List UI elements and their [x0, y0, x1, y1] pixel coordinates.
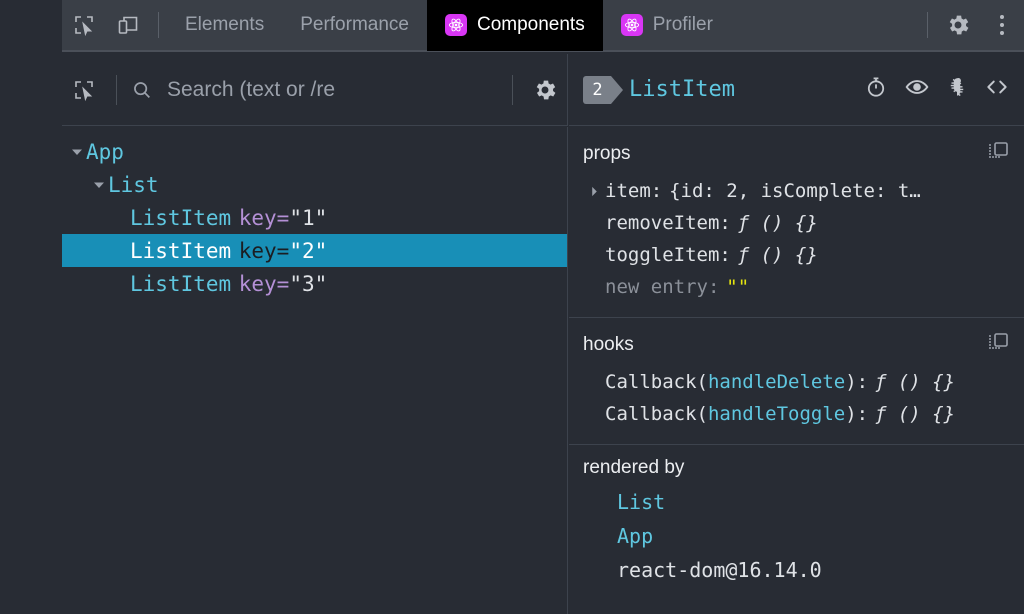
bug-icon[interactable] — [946, 76, 968, 103]
timer-icon[interactable] — [864, 75, 888, 104]
prop-row-item[interactable]: item: {id: 2, isComplete: t… — [583, 175, 1010, 207]
tab-elements[interactable]: Elements — [167, 0, 282, 51]
inspect-element-icon[interactable] — [62, 0, 106, 51]
prop-value: {id: 2, isComplete: t… — [669, 180, 921, 202]
tree-component-name: ListItem — [130, 271, 232, 296]
rendered-by-item-list[interactable]: List — [583, 485, 1010, 519]
tab-components[interactable]: Components — [426, 0, 603, 51]
hook-row-handle-delete[interactable]: Callback( handleDelete ): ƒ () {} — [583, 366, 1010, 398]
tree-component-name: ListItem — [130, 205, 232, 230]
tree-key-value: "3" — [289, 271, 328, 296]
react-logo-icon — [444, 14, 467, 36]
inspect-element-icon[interactable] — [62, 64, 106, 116]
props-title: props — [583, 143, 631, 164]
tree-key-attr: key= — [238, 271, 290, 296]
components-search-toolbar — [62, 54, 568, 126]
gear-icon[interactable] — [523, 64, 567, 116]
device-toolbar-icon[interactable] — [106, 0, 150, 51]
tab-label: Components — [476, 14, 585, 35]
rendered-by-header: rendered by — [583, 457, 1010, 479]
hooks-section: hooks Callback( handleDelete ): ƒ () {} … — [569, 317, 1024, 444]
tab-label: Profiler — [652, 14, 713, 35]
left-gutter — [0, 0, 62, 614]
component-index-badge: 2 — [583, 75, 623, 104]
hook-prefix: Callback( — [605, 403, 708, 425]
props-section: props item: {id: 2, isComplete: t… remov… — [569, 127, 1024, 317]
prop-row-toggleitem[interactable]: toggleItem: ƒ () {} — [583, 239, 1010, 271]
toolbar-divider — [116, 74, 117, 105]
prop-value: ƒ () {} — [737, 212, 818, 234]
eye-icon[interactable] — [904, 74, 930, 105]
copy-to-clipboard-icon[interactable] — [986, 330, 1010, 360]
toolbar-divider — [927, 12, 928, 38]
props-section-header: props — [583, 139, 1010, 169]
tree-row-listitem-2[interactable]: ListItem key= "2" — [62, 234, 567, 267]
tabbar-right-group — [919, 0, 1024, 51]
hook-name: handleDelete — [707, 371, 846, 393]
devtools-tabbar: Elements Performance Components Profiler — [62, 0, 1024, 52]
tree-row-app[interactable]: App — [62, 135, 567, 168]
hook-row-handle-toggle[interactable]: Callback( handleToggle ): ƒ () {} — [583, 398, 1010, 430]
selected-component-header: 2 ListItem — [569, 54, 1024, 126]
chevron-right-icon[interactable] — [583, 186, 605, 197]
tree-component-name: ListItem — [130, 238, 232, 263]
react-logo-icon — [620, 14, 643, 36]
component-inspector-panel: props item: {id: 2, isComplete: t… remov… — [569, 127, 1024, 614]
tree-row-listitem-3[interactable]: ListItem key= "3" — [62, 267, 567, 300]
tree-key-value: "2" — [289, 238, 328, 263]
prop-name: item: — [605, 180, 663, 202]
prop-value[interactable]: "" — [726, 276, 749, 298]
selected-component-name: ListItem — [629, 77, 735, 102]
tree-row-listitem-1[interactable]: ListItem key= "1" — [62, 201, 567, 234]
tree-key-attr: key= — [238, 205, 290, 230]
chevron-down-icon[interactable] — [90, 179, 108, 191]
hook-name: handleToggle — [707, 403, 846, 425]
tree-key-value: "1" — [289, 205, 328, 230]
tree-key-attr: key= — [238, 238, 290, 263]
prop-row-new-entry[interactable]: new entry: "" — [583, 271, 1010, 303]
rendered-by-title: rendered by — [583, 457, 685, 478]
rendered-by-item-reactdom: react-dom@16.14.0 — [617, 558, 822, 582]
hook-prefix: Callback( — [605, 371, 708, 393]
component-tree: App List ListItem key= "1" ListItem key=… — [62, 127, 568, 614]
react-devtools-window: Elements Performance Components Profiler… — [0, 0, 1024, 614]
prop-name: new entry: — [605, 276, 720, 298]
kebab-menu-icon[interactable] — [980, 0, 1024, 51]
chevron-down-icon[interactable] — [68, 146, 86, 158]
hook-suffix: ): — [845, 371, 869, 393]
tab-label: Elements — [185, 14, 265, 35]
code-brackets-icon[interactable] — [984, 74, 1010, 105]
tree-row-list[interactable]: List — [62, 168, 567, 201]
rendered-by-item-app[interactable]: App — [583, 519, 1010, 553]
hook-suffix: ): — [845, 403, 869, 425]
tab-performance[interactable]: Performance — [282, 0, 427, 51]
search-icon — [131, 79, 153, 101]
tab-profiler[interactable]: Profiler — [603, 0, 731, 51]
hook-value: ƒ () {} — [874, 403, 956, 425]
gear-icon[interactable] — [936, 0, 980, 51]
toolbar-divider — [512, 74, 513, 105]
search-input[interactable] — [167, 77, 502, 102]
tree-component-name: App — [86, 139, 124, 164]
prop-name: removeItem: — [605, 212, 731, 234]
copy-to-clipboard-icon[interactable] — [986, 139, 1010, 169]
prop-row-removeitem[interactable]: removeItem: ƒ () {} — [583, 207, 1010, 239]
rendered-by-section: rendered by List App react-dom@16.14.0 — [569, 444, 1024, 601]
hooks-section-header: hooks — [583, 330, 1010, 360]
tab-label: Performance — [300, 14, 409, 35]
prop-value: ƒ () {} — [737, 244, 818, 266]
prop-name: toggleItem: — [605, 244, 731, 266]
component-action-icons — [864, 74, 1010, 105]
hooks-title: hooks — [583, 334, 634, 355]
toolbar-divider — [158, 12, 159, 38]
hook-value: ƒ () {} — [874, 371, 956, 393]
tree-component-name: List — [108, 172, 159, 197]
